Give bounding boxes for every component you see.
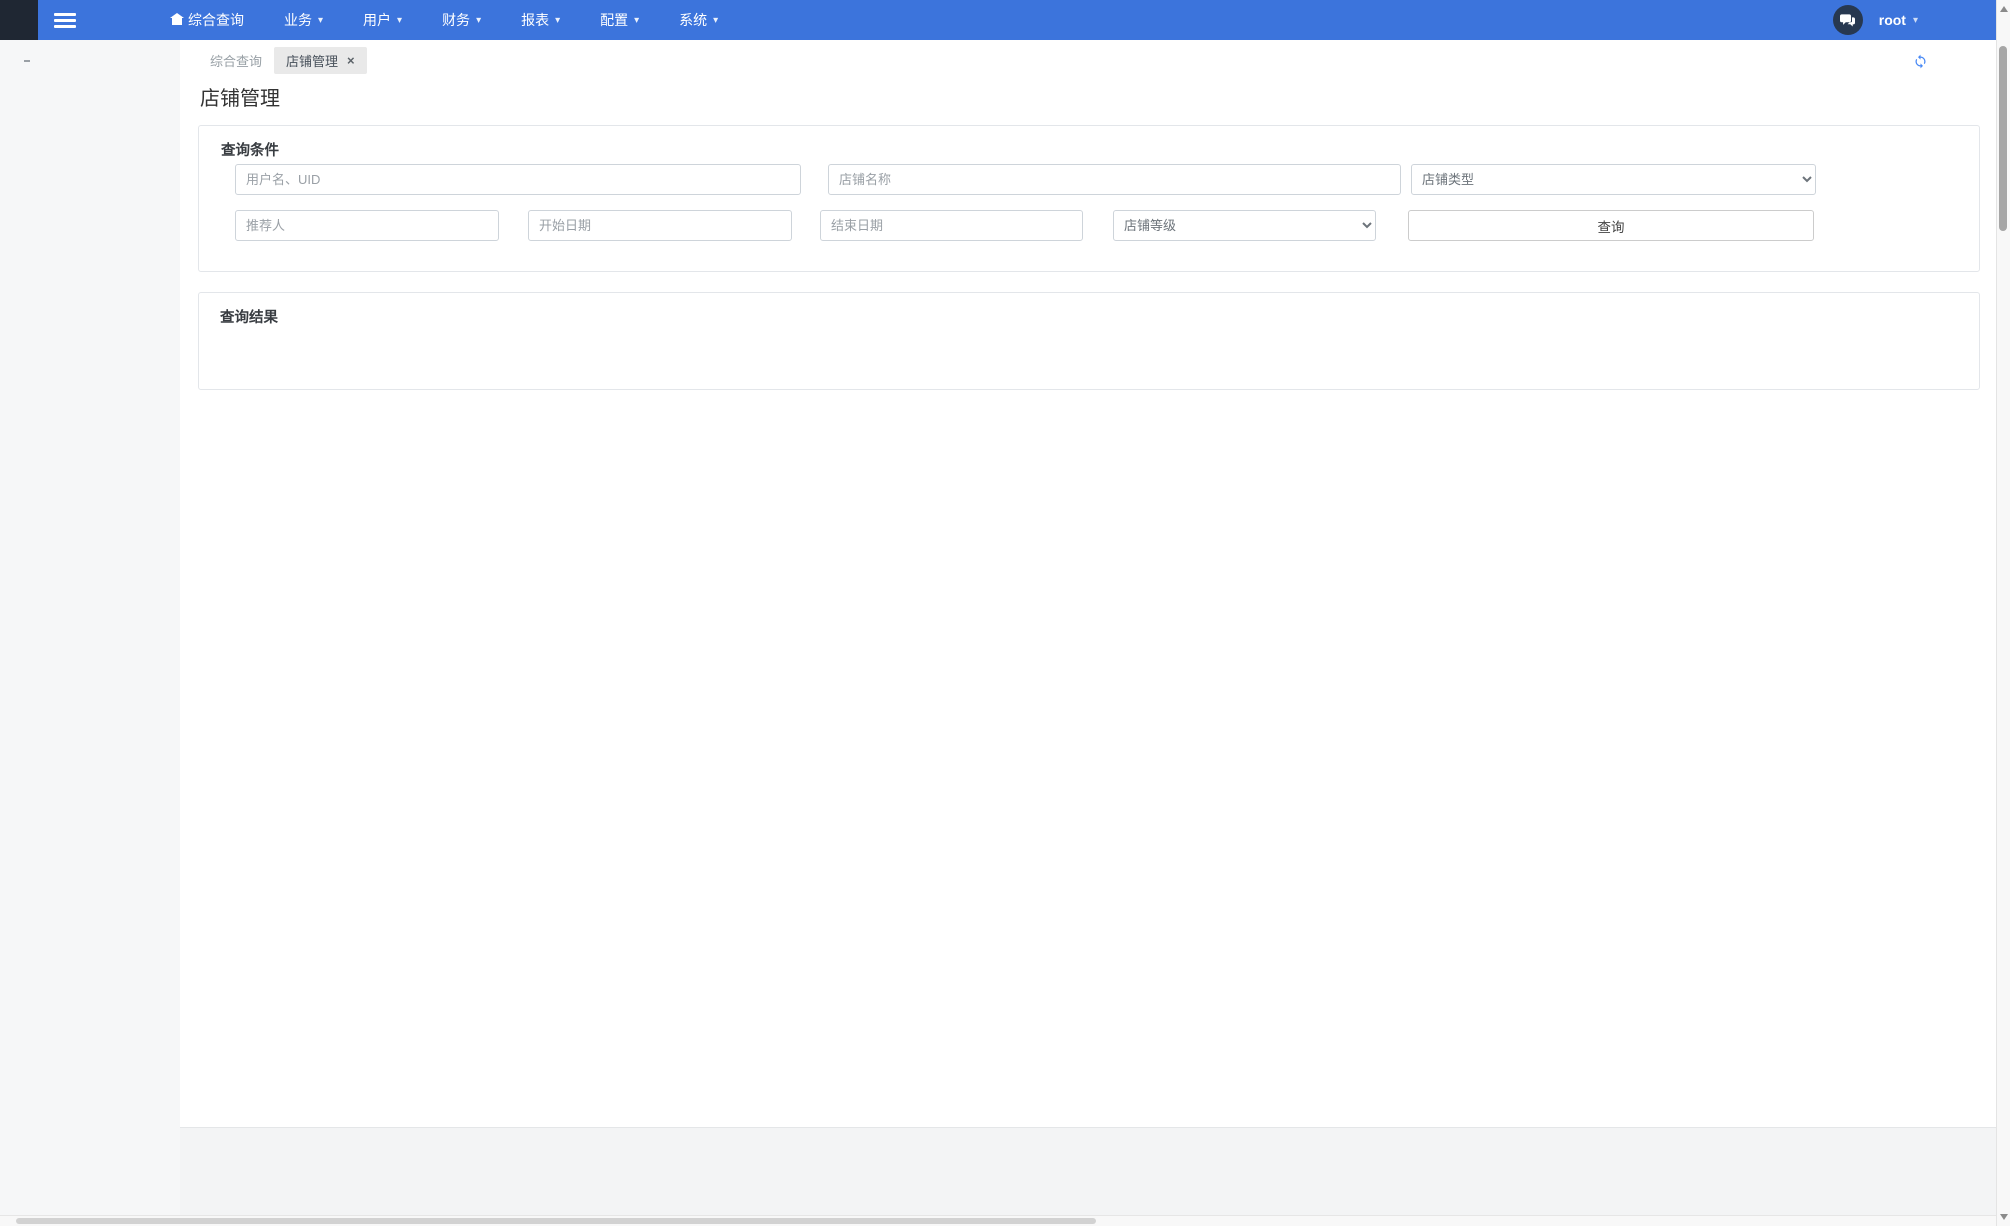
scroll-up-icon[interactable] xyxy=(2000,6,2008,12)
shop-level-select[interactable]: 店铺等级 xyxy=(1113,210,1376,241)
home-icon xyxy=(170,13,184,25)
navbar-right: root ▾ xyxy=(1832,5,1918,35)
navbar-menu-label: 系统 xyxy=(679,12,708,28)
tab-shop-management[interactable]: 店铺管理 × xyxy=(274,46,367,74)
tab-bar: 综合查询 店铺管理 × xyxy=(198,46,1980,74)
chat-button[interactable] xyxy=(1832,5,1863,35)
close-icon[interactable]: × xyxy=(347,54,355,67)
menu-icon[interactable] xyxy=(54,12,76,16)
filter-card: 查询条件 店铺类型 店铺等级 查询 xyxy=(198,125,1980,272)
chevron-down-icon: ▾ xyxy=(713,14,719,26)
sidebar-nav xyxy=(0,40,180,1226)
horizontal-scroll-thumb[interactable] xyxy=(16,1218,1096,1224)
navbar-menu-label: 综合查询 xyxy=(188,12,244,28)
navbar-menu-item[interactable]: 报表 ▾ xyxy=(501,0,580,40)
navbar-menu-item[interactable]: 业务 ▾ xyxy=(264,0,343,40)
referrer-input[interactable] xyxy=(235,210,499,241)
query-button[interactable]: 查询 xyxy=(1408,210,1814,241)
brand-logo[interactable] xyxy=(0,0,38,40)
chevron-down-icon: ▾ xyxy=(397,14,403,26)
navbar-menu: 综合查询 业务 ▾ 用户 ▾ 财务 ▾ 报表 ▾ 配置 ▾ 系统 ▾ xyxy=(170,0,738,40)
navbar-menu-item[interactable]: 综合查询 xyxy=(170,0,264,40)
refresh-icon[interactable] xyxy=(1913,54,1928,69)
navbar-menu-label: 用户 xyxy=(363,12,392,28)
chevron-down-icon: ▾ xyxy=(476,14,482,26)
end-date-input[interactable] xyxy=(820,210,1083,241)
navbar-menu-label: 配置 xyxy=(600,12,629,28)
tab-summary-query[interactable]: 综合查询 xyxy=(198,47,274,74)
results-card: 查询结果 xyxy=(198,292,1980,390)
navbar-menu-label: 报表 xyxy=(521,12,550,28)
navbar-menu-item[interactable]: 配置 ▾ xyxy=(580,0,659,40)
navbar-menu-item[interactable]: 用户 ▾ xyxy=(343,0,422,40)
shop-type-select[interactable]: 店铺类型 xyxy=(1411,164,1816,195)
user-menu[interactable]: root xyxy=(1879,12,1906,28)
navbar-menu-label: 业务 xyxy=(284,12,312,28)
vertical-scroll-thumb[interactable] xyxy=(1999,46,2007,231)
main-area: 综合查询 店铺管理 × 店铺管理 查询条件 店铺类型 店铺等级 xyxy=(180,40,1996,1226)
chevron-down-icon[interactable]: ▾ xyxy=(1913,15,1918,26)
content-panel: 综合查询 店铺管理 × 店铺管理 查询条件 店铺类型 店铺等级 xyxy=(180,40,1996,1128)
results-card-title: 查询结果 xyxy=(220,310,278,326)
shop-name-input[interactable] xyxy=(828,164,1401,195)
chat-icon xyxy=(1840,13,1856,27)
top-navbar: 综合查询 业务 ▾ 用户 ▾ 财务 ▾ 报表 ▾ 配置 ▾ 系统 ▾ root ▾ xyxy=(0,0,1996,40)
username-uid-input[interactable] xyxy=(235,164,801,195)
start-date-input[interactable] xyxy=(528,210,792,241)
chevron-down-icon: ▾ xyxy=(555,14,561,26)
chevron-down-icon: ▾ xyxy=(318,14,324,26)
page-title: 店铺管理 xyxy=(200,88,280,110)
navbar-menu-item[interactable]: 财务 ▾ xyxy=(422,0,501,40)
chevron-down-icon: ▾ xyxy=(634,14,640,26)
navbar-menu-label: 财务 xyxy=(442,12,471,28)
navbar-menu-item[interactable]: 系统 ▾ xyxy=(659,0,738,40)
vertical-scrollbar[interactable] xyxy=(1996,0,2010,1226)
horizontal-scrollbar[interactable] xyxy=(0,1215,1996,1226)
sidebar-top-marker xyxy=(24,60,30,62)
filter-card-title: 查询条件 xyxy=(221,143,279,159)
scroll-down-icon[interactable] xyxy=(2000,1214,2008,1220)
